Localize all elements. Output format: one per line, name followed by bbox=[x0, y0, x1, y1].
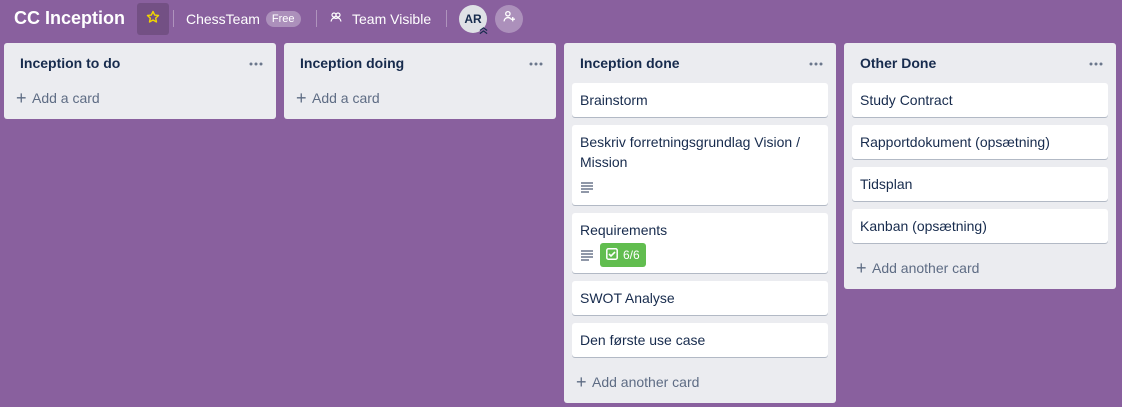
card-title: Requirements bbox=[580, 222, 668, 238]
card-title: Study Contract bbox=[860, 92, 953, 108]
admin-chevron-icon bbox=[478, 25, 489, 36]
plus-icon: + bbox=[296, 88, 307, 108]
plan-badge: Free bbox=[265, 11, 301, 27]
card-title: Den første use case bbox=[580, 332, 706, 348]
add-person-icon bbox=[502, 10, 516, 28]
invite-member-button[interactable] bbox=[495, 5, 523, 33]
card-title: Tidsplan bbox=[860, 176, 913, 192]
add-card-button[interactable]: + Add another card bbox=[848, 251, 1112, 285]
add-card-label: Add a card bbox=[312, 90, 380, 106]
description-icon bbox=[580, 180, 594, 194]
card[interactable]: Brainstorm bbox=[572, 83, 828, 117]
list-header[interactable]: Inception to do bbox=[4, 43, 276, 83]
card-badges bbox=[580, 176, 820, 198]
card[interactable]: Study Contract bbox=[852, 83, 1108, 117]
list-menu-button[interactable] bbox=[1088, 55, 1104, 69]
add-card-label: Add another card bbox=[872, 260, 980, 276]
plus-icon: + bbox=[576, 372, 587, 392]
plus-icon: + bbox=[16, 88, 27, 108]
plus-icon: + bbox=[856, 258, 867, 278]
checklist-count: 6/6 bbox=[623, 248, 640, 262]
card[interactable]: SWOT Analyse bbox=[572, 281, 828, 315]
card[interactable]: Requirements 6/6 bbox=[572, 213, 828, 273]
list-header[interactable]: Inception done bbox=[564, 43, 836, 83]
add-card-label: Add another card bbox=[592, 374, 700, 390]
list-menu-button[interactable] bbox=[808, 55, 824, 69]
list-title: Other Done bbox=[860, 55, 937, 71]
team-visible-icon bbox=[330, 10, 342, 28]
visibility-label: Team Visible bbox=[352, 11, 432, 27]
list-other-done: Other Done Study Contract Rapportdokumen… bbox=[844, 43, 1116, 289]
checklist-badge: 6/6 bbox=[600, 243, 646, 267]
card-title: Brainstorm bbox=[580, 92, 648, 108]
card[interactable]: Den første use case bbox=[572, 323, 828, 357]
description-icon bbox=[580, 248, 594, 262]
header-divider bbox=[446, 10, 447, 27]
list-header[interactable]: Inception doing bbox=[284, 43, 556, 83]
list-inception-doing: Inception doing + Add a card bbox=[284, 43, 556, 119]
avatar-initials: AR bbox=[464, 12, 482, 26]
card-title: Beskriv forretningsgrundlag Vision / Mis… bbox=[580, 134, 800, 170]
ellipsis-icon bbox=[529, 53, 543, 71]
card-title: Rapportdokument (opsætning) bbox=[860, 134, 1050, 150]
add-card-label: Add a card bbox=[32, 90, 100, 106]
board-title[interactable]: CC Inception bbox=[14, 8, 125, 29]
star-button[interactable] bbox=[137, 3, 169, 35]
card-list: Brainstorm Beskriv forretningsgrundlag V… bbox=[564, 83, 836, 357]
add-card-button[interactable]: + Add a card bbox=[8, 81, 272, 115]
list-title: Inception done bbox=[580, 55, 680, 71]
list-inception-done: Inception done Brainstorm Beskriv forret… bbox=[564, 43, 836, 403]
member-avatar[interactable]: AR bbox=[459, 5, 489, 36]
card-list: Study Contract Rapportdokument (opsætnin… bbox=[844, 83, 1116, 243]
card[interactable]: Kanban (opsætning) bbox=[852, 209, 1108, 243]
list-menu-button[interactable] bbox=[528, 55, 544, 69]
star-icon bbox=[146, 10, 160, 29]
team-name: ChessTeam bbox=[186, 11, 260, 27]
add-card-button[interactable]: + Add a card bbox=[288, 81, 552, 115]
list-inception-to-do: Inception to do + Add a card bbox=[4, 43, 276, 119]
add-card-button[interactable]: + Add another card bbox=[568, 365, 832, 399]
ellipsis-icon bbox=[249, 53, 263, 71]
list-title: Inception to do bbox=[20, 55, 121, 71]
header-divider bbox=[173, 10, 174, 27]
ellipsis-icon bbox=[809, 53, 823, 71]
card[interactable]: Tidsplan bbox=[852, 167, 1108, 201]
list-header[interactable]: Other Done bbox=[844, 43, 1116, 83]
card-title: Kanban (opsætning) bbox=[860, 218, 987, 234]
team-button[interactable]: ChessTeam Free bbox=[180, 4, 307, 34]
header-divider bbox=[316, 10, 317, 27]
ellipsis-icon bbox=[1089, 53, 1103, 71]
list-menu-button[interactable] bbox=[248, 55, 264, 69]
board-header: CC Inception ChessTeam Free Team Visible… bbox=[0, 0, 1122, 38]
list-title: Inception doing bbox=[300, 55, 405, 71]
card-badges: 6/6 bbox=[580, 243, 820, 267]
checkbox-checked-icon bbox=[606, 247, 618, 263]
card[interactable]: Beskriv forretningsgrundlag Vision / Mis… bbox=[572, 125, 828, 205]
visibility-button[interactable]: Team Visible bbox=[324, 4, 437, 34]
card-title: SWOT Analyse bbox=[580, 290, 675, 306]
card[interactable]: Rapportdokument (opsætning) bbox=[852, 125, 1108, 159]
